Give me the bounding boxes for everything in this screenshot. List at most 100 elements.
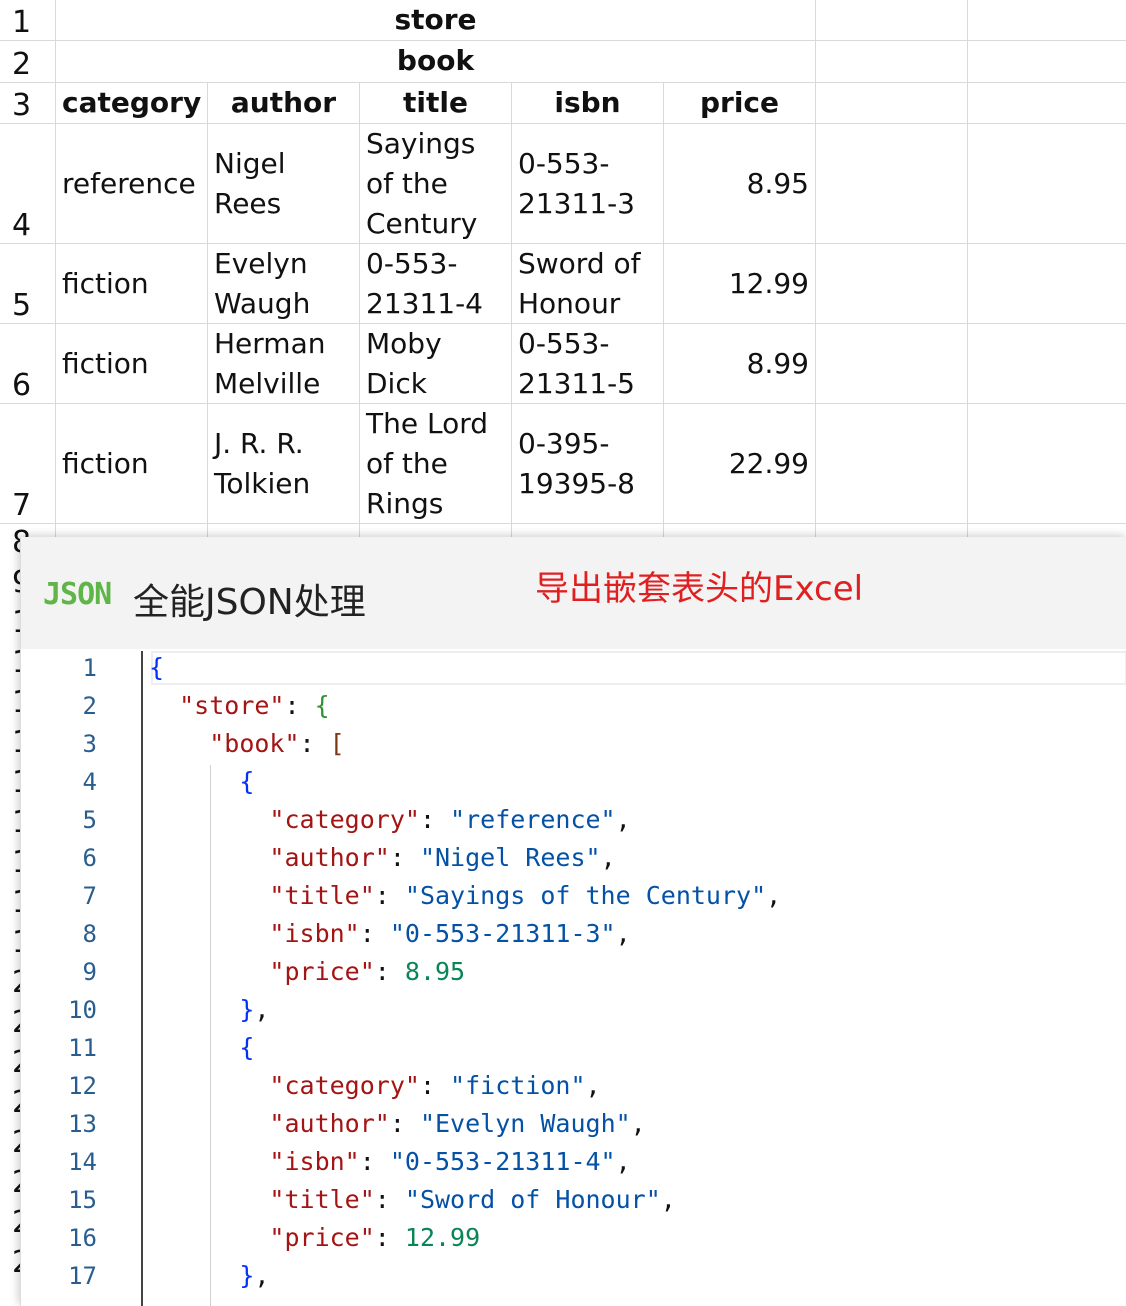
code-token: "isbn" <box>269 1147 360 1176</box>
code-line[interactable]: "isbn": "0-553-21311-3", <box>149 917 630 951</box>
header-category[interactable]: category <box>56 83 207 123</box>
cell-price[interactable]: 12.99 <box>664 244 815 323</box>
code-token: : <box>299 729 330 758</box>
cell-title[interactable]: Moby Dick <box>360 324 511 403</box>
code-token: "isbn" <box>269 919 360 948</box>
row-number[interactable]: 2 <box>0 41 55 82</box>
cell-title[interactable]: The Lord of the Rings <box>360 404 511 523</box>
row-number[interactable]: 6 <box>0 324 55 403</box>
cell-title[interactable]: Sayings of the Century <box>360 124 511 243</box>
header-book[interactable]: book <box>56 41 815 81</box>
grid-row-line <box>0 523 1126 524</box>
code-line[interactable]: "price": 8.95 <box>149 955 465 989</box>
code-token: "Nigel Rees" <box>419 843 601 872</box>
cell-price[interactable]: 8.95 <box>664 124 815 243</box>
code-token: : <box>389 843 420 872</box>
code-line[interactable]: "author": "Evelyn Waugh", <box>149 1107 646 1141</box>
code-line[interactable]: "title": "Sayings of the Century", <box>149 879 781 913</box>
code-token: "Evelyn Waugh" <box>419 1109 631 1138</box>
code-token: , <box>615 805 631 834</box>
code-token: { <box>239 767 255 796</box>
cell-category[interactable]: fiction <box>56 244 207 323</box>
cell-isbn[interactable]: 0-553- 21311-3 <box>512 124 663 243</box>
cell-category[interactable]: reference <box>56 124 207 243</box>
line-number: 11 <box>68 1034 97 1062</box>
cell-isbn[interactable]: 0-395- 19395-8 <box>512 404 663 523</box>
caption-banner: 导出嵌套表头的Excel <box>535 569 864 609</box>
code-line[interactable]: "category": "reference", <box>149 803 631 837</box>
line-number: 12 <box>68 1072 97 1100</box>
header-price[interactable]: price <box>664 83 815 123</box>
cell-author[interactable]: Evelyn Waugh <box>208 244 359 323</box>
code-token: : <box>359 1147 390 1176</box>
cell-isbn[interactable]: Sword of Honour <box>512 244 663 323</box>
code-token: , <box>630 1109 646 1138</box>
row-number[interactable]: 3 <box>0 83 55 123</box>
code-line[interactable]: }, <box>149 993 269 1027</box>
code-line[interactable]: "book": [ <box>149 727 344 761</box>
code-line[interactable]: { <box>149 651 164 685</box>
header-title[interactable]: title <box>360 83 511 123</box>
row-number[interactable]: 7 <box>0 404 55 523</box>
code-token: "author" <box>269 843 390 872</box>
cell-price[interactable]: 22.99 <box>664 404 815 523</box>
line-number: 13 <box>68 1110 97 1138</box>
code-token: , <box>615 1147 631 1176</box>
row-number[interactable]: 5 <box>0 244 55 323</box>
line-number: 3 <box>82 730 97 758</box>
code-line[interactable]: "title": "Sword of Honour", <box>149 1183 675 1217</box>
cell-category[interactable]: fiction <box>56 324 207 403</box>
code-token: } <box>239 1261 255 1290</box>
code-token: "Sword of Honour" <box>404 1185 661 1214</box>
cell-author[interactable]: J. R. R. Tolkien <box>208 404 359 523</box>
code-line[interactable]: "author": "Nigel Rees", <box>149 841 616 875</box>
code-token: : <box>374 881 405 910</box>
code-token: , <box>600 843 616 872</box>
cell-category[interactable]: fiction <box>56 404 207 523</box>
code-line[interactable]: "store": { <box>149 689 330 723</box>
header-author[interactable]: author <box>208 83 359 123</box>
current-line-highlight <box>151 651 1126 685</box>
code-line[interactable]: { <box>149 1031 254 1065</box>
app-title: 全能JSON处理 <box>133 582 366 623</box>
row-number[interactable]: 1 <box>0 0 55 40</box>
line-number: 15 <box>68 1186 97 1214</box>
code-line[interactable]: { <box>149 765 254 799</box>
line-number: 8 <box>82 920 97 948</box>
row-number[interactable]: 4 <box>0 124 55 243</box>
code-token: "reference" <box>450 805 616 834</box>
code-token: "0-553-21311-3" <box>389 919 616 948</box>
cell-author[interactable]: Herman Melville <box>208 324 359 403</box>
code-token: "price" <box>269 957 375 986</box>
code-token: { <box>239 1033 255 1062</box>
line-number: 1 <box>82 654 97 682</box>
code-token: "title" <box>269 1185 375 1214</box>
cell-title[interactable]: 0-553- 21311-4 <box>360 244 511 323</box>
code-editor[interactable]: 1{2 "store": {3 "book": [4 {5 "category"… <box>21 651 1126 1306</box>
header-isbn[interactable]: isbn <box>512 83 663 123</box>
cell-isbn[interactable]: 0-553- 21311-5 <box>512 324 663 403</box>
code-token: : <box>389 1109 420 1138</box>
header-store[interactable]: store <box>56 0 815 40</box>
code-token: : <box>419 1071 451 1100</box>
code-line[interactable]: "category": "fiction", <box>149 1069 600 1103</box>
code-line[interactable]: "price": 12.99 <box>149 1221 480 1255</box>
cell-price[interactable]: 8.99 <box>664 324 815 403</box>
code-line[interactable]: }, <box>149 1259 269 1293</box>
cell-author[interactable]: Nigel Rees <box>208 124 359 243</box>
code-token: "title" <box>269 881 375 910</box>
code-token: , <box>766 881 782 910</box>
code-line[interactable]: "isbn": "0-553-21311-4", <box>149 1145 631 1179</box>
line-number: 14 <box>68 1148 97 1176</box>
code-token: : <box>374 1185 405 1214</box>
